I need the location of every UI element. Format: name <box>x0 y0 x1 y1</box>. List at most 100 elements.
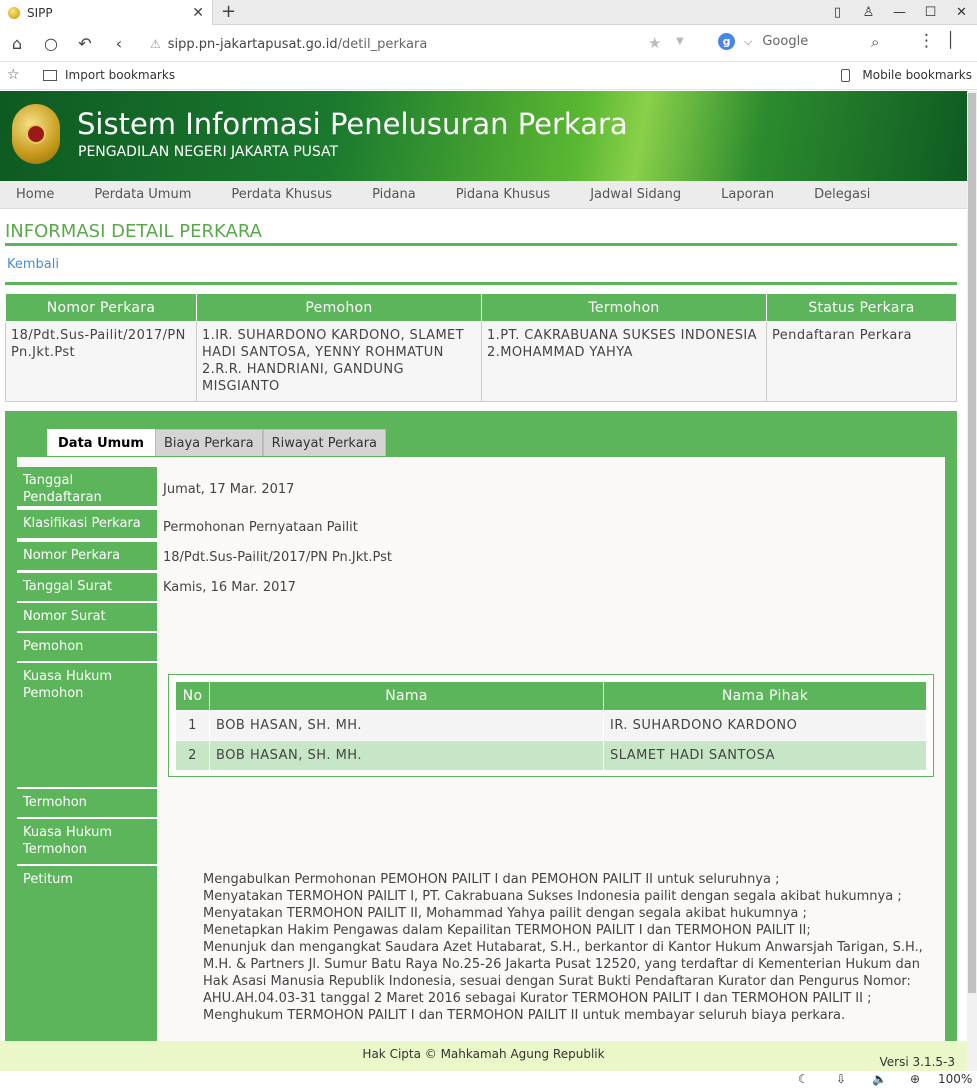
address-toolbar: ⌂ ○ ↶ ‹ ⚠ sipp.pn-jakartapusat.go.id /de… <box>0 25 977 62</box>
label-kuasa-pemohon: Kuasa Hukum Pemohon <box>17 663 157 789</box>
download-icon[interactable]: ⇩ <box>836 1072 846 1086</box>
site-header: Sistem Informasi Penelusuran Perkara PEN… <box>0 91 967 181</box>
sidebar-icon[interactable]: │ <box>946 31 955 49</box>
petitum-line: Menyatakan TERMOHON PAILIT II, Mohammad … <box>203 906 807 921</box>
undo-icon[interactable]: ↶ <box>68 34 102 53</box>
tab-biaya-perkara[interactable]: Biaya Perkara <box>154 429 263 456</box>
label-termohon: Termohon <box>17 789 157 819</box>
label-klasifikasi: Klasifikasi Perkara <box>17 510 157 540</box>
chevron-down-icon[interactable]: ▼ <box>676 36 684 47</box>
nav-pidana-khusus[interactable]: Pidana Khusus <box>436 181 571 209</box>
value-nomor-perkara: 18/Pdt.Sus-Pailit/2017/PN Pn.Jkt.Pst <box>163 550 392 565</box>
back-icon[interactable]: ‹ <box>102 34 136 53</box>
maximize-icon[interactable]: ☐ <box>915 5 946 20</box>
cell-nama: BOB HASAN, SH. MH. <box>209 740 604 771</box>
cell-status: Pendaftaran Perkara <box>766 321 957 402</box>
menu-icon[interactable]: ⋮ <box>918 31 935 51</box>
col-header-status: Status Perkara <box>766 293 957 322</box>
search-box[interactable]: g ⌵ Google <box>718 33 808 50</box>
search-engine-chevron-icon[interactable]: ⌵ <box>744 35 752 49</box>
tab-title: SIPP <box>27 5 53 20</box>
cell-nama: BOB HASAN, SH. MH. <box>209 710 604 741</box>
cell-nama-pihak: IR. SUHARDONO KARDONO <box>603 710 927 741</box>
nav-home[interactable]: Home <box>0 181 74 209</box>
scrollbar-thumb[interactable] <box>968 93 976 993</box>
site-subtitle: PENGADILAN NEGERI JAKARTA PUSAT <box>78 144 339 160</box>
col-header-pemohon: Pemohon <box>196 293 482 322</box>
bookmarks-star-icon[interactable]: ☆ <box>7 67 20 83</box>
petitum-line: Mengabulkan Permohonan PEMOHON PAILIT I … <box>203 872 780 887</box>
col-header-nama: Nama <box>209 681 604 711</box>
kuasa-hukum-table: No Nama Nama Pihak 1 BOB HASAN, SH. MH. … <box>175 681 927 771</box>
tab-data-umum[interactable]: Data Umum <box>47 429 155 456</box>
import-bookmarks-label: Import bookmarks <box>65 68 176 82</box>
label-pemohon: Pemohon <box>17 633 157 663</box>
col-header-nomor: Nomor Perkara <box>5 293 197 322</box>
bookmark-star-icon[interactable]: ★ <box>648 34 661 52</box>
import-bookmarks-link[interactable]: Import bookmarks <box>43 68 175 82</box>
nav-pidana[interactable]: Pidana <box>352 181 436 209</box>
divider <box>5 243 957 246</box>
version: Versi 3.1.5-3 <box>879 1055 956 1069</box>
skin-icon[interactable]: ♙ <box>853 5 884 20</box>
cell-nomor: 18/Pdt.Sus-Pailit/2017/PN Pn.Jkt.Pst <box>5 321 197 402</box>
table-row: 2 BOB HASAN, SH. MH. SLAMET HADI SANTOSA <box>175 740 927 771</box>
tab-riwayat-perkara[interactable]: Riwayat Perkara <box>262 429 387 456</box>
url-path: /detil_perkara <box>337 36 428 52</box>
cell-termohon: 1.PT. CAKRABUANA SUKSES INDONESIA 2.MOHAM… <box>481 321 767 402</box>
col-header-termohon: Termohon <box>481 293 767 322</box>
table-row: 1 BOB HASAN, SH. MH. IR. SUHARDONO KARDO… <box>175 710 927 741</box>
detail-container: Data Umum Biaya Perkara Riwayat Perkara … <box>5 411 957 1071</box>
site-title: Sistem Informasi Penelusuran Perkara <box>77 107 628 141</box>
home-icon[interactable]: ⌂ <box>0 34 34 53</box>
bookmarks-bar: ☆ Import bookmarks Mobile bookmarks <box>0 62 977 90</box>
petitum-line: Menghukum TERMOHON PAILIT I dan TERMOHON… <box>203 1008 846 1023</box>
mobile-icon <box>841 68 851 82</box>
case-summary-table: Nomor Perkara Pemohon Termohon Status Pe… <box>5 293 957 402</box>
page-title: INFORMASI DETAIL PERKARA <box>5 221 262 242</box>
back-link[interactable]: Kembali <box>7 257 59 272</box>
cell-pemohon: 1.IR. SUHARDONO KARDONO, SLAMET HADI SAN… <box>196 321 482 402</box>
scrollbar[interactable] <box>967 91 977 1071</box>
cell-no: 2 <box>175 740 210 771</box>
value-tanggal-surat: Kamis, 16 Mar. 2017 <box>163 580 296 595</box>
detail-tabs: Data Umum Biaya Perkara Riwayat Perkara <box>47 429 387 456</box>
new-tab-icon[interactable]: + <box>221 1 236 22</box>
reader-mode-icon[interactable]: ▯ <box>822 5 853 20</box>
mobile-bookmarks-label: Mobile bookmarks <box>862 68 972 82</box>
search-placeholder: Google <box>762 34 809 49</box>
divider <box>5 282 957 285</box>
volume-icon[interactable]: 🔈 <box>872 1072 887 1086</box>
close-tab-icon[interactable]: ✕ <box>192 5 204 21</box>
label-kuasa-termohon: Kuasa Hukum Termohon <box>17 819 157 866</box>
main-nav: Home Perdata Umum Perdata Khusus Pidana … <box>0 181 967 209</box>
nav-perdata-khusus[interactable]: Perdata Khusus <box>211 181 352 209</box>
site-footer: Hak Cipta © Mahkamah Agung Republik Vers… <box>0 1041 967 1071</box>
label-tanggal-pendaftaran: Tanggal Pendaftaran <box>17 467 157 508</box>
url-field[interactable]: ⚠ sipp.pn-jakartapusat.go.id /detil_perk… <box>150 34 690 54</box>
court-logo-icon <box>12 104 60 164</box>
reload-icon[interactable]: ○ <box>34 34 68 53</box>
petitum-text: Mengabulkan Permohonan PEMOHON PAILIT I … <box>203 871 939 1024</box>
copyright: Hak Cipta © Mahkamah Agung Republik <box>362 1047 605 1061</box>
google-icon: g <box>718 33 735 50</box>
cell-no: 1 <box>175 710 210 741</box>
label-nomor-perkara: Nomor Perkara <box>17 542 157 572</box>
browser-tab[interactable]: SIPP ✕ <box>0 0 213 25</box>
night-mode-icon[interactable]: ☾ <box>798 1072 809 1086</box>
nav-delegasi[interactable]: Delegasi <box>794 181 890 209</box>
nav-laporan[interactable]: Laporan <box>701 181 794 209</box>
zoom-icon[interactable]: ⊕ <box>910 1072 920 1086</box>
close-window-icon[interactable]: ✕ <box>946 5 977 20</box>
minimize-icon[interactable]: — <box>884 5 915 20</box>
nav-jadwal-sidang[interactable]: Jadwal Sidang <box>570 181 701 209</box>
value-tanggal-pendaftaran: Jumat, 17 Mar. 2017 <box>163 482 295 497</box>
label-tanggal-surat: Tanggal Surat <box>17 573 157 603</box>
folder-icon <box>43 69 57 81</box>
search-icon[interactable]: ⌕ <box>871 33 879 51</box>
nav-perdata-umum[interactable]: Perdata Umum <box>74 181 211 209</box>
value-klasifikasi: Permohonan Pernyataan Pailit <box>163 520 358 535</box>
data-umum-panel: Tanggal Pendaftaran Jumat, 17 Mar. 2017 … <box>17 457 945 1071</box>
mobile-bookmarks-link[interactable]: Mobile bookmarks <box>841 68 972 82</box>
favicon-icon <box>8 6 20 19</box>
